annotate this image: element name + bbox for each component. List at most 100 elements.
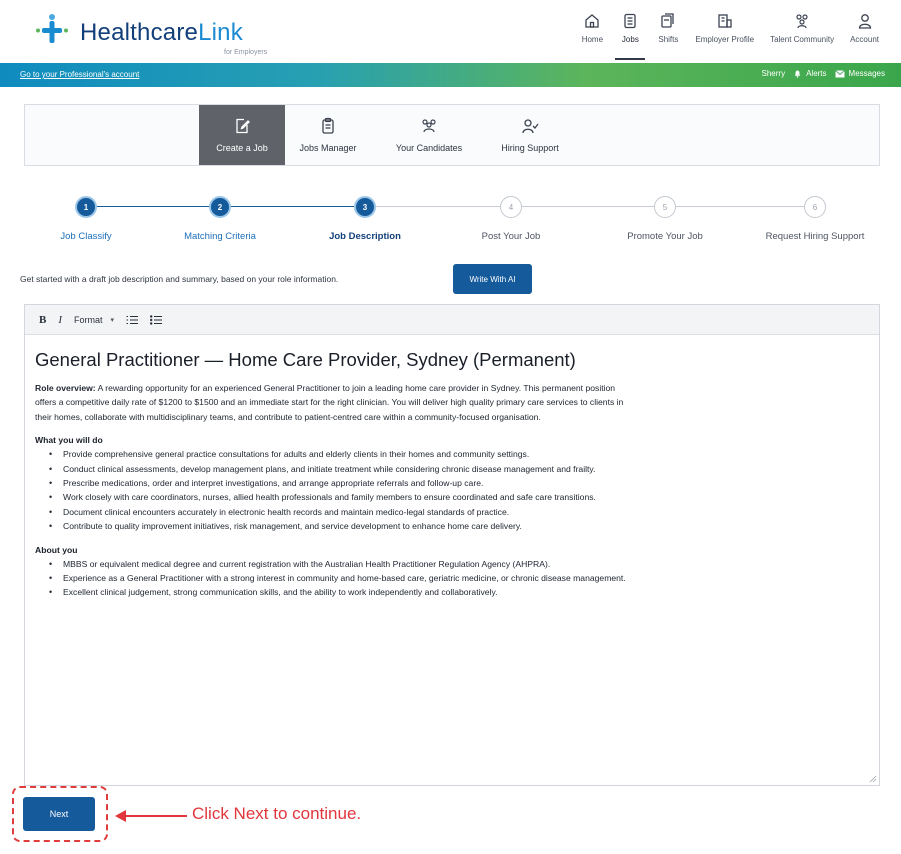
- step-5-label: Promote Your Job: [627, 231, 703, 242]
- alerts-label: Alerts: [806, 69, 827, 78]
- next-button[interactable]: Next: [23, 797, 95, 831]
- alerts-link[interactable]: Alerts: [793, 69, 827, 78]
- step-1-number: 1: [75, 196, 97, 218]
- step-2-number: 2: [209, 196, 231, 218]
- list-item: Work closely with care coordinators, nur…: [49, 490, 689, 505]
- role-overview-label: Role overview:: [35, 383, 96, 393]
- italic-button[interactable]: I: [58, 314, 62, 326]
- job-subnav: Create a Job Jobs Manager Your Candidate…: [24, 104, 880, 166]
- bold-button[interactable]: B: [39, 314, 46, 326]
- nav-shifts-label: Shifts: [658, 35, 679, 44]
- chevron-down-icon: ▾: [110, 316, 115, 324]
- healthcarelink-logo-icon: [36, 14, 68, 43]
- bell-icon: [794, 70, 801, 78]
- envelope-icon: [834, 69, 845, 77]
- user-name[interactable]: Sherry: [762, 69, 786, 78]
- step-1[interactable]: 1 Job Classify: [16, 196, 156, 242]
- nav-talent-community[interactable]: Talent Community: [762, 12, 842, 60]
- candidates-icon: [422, 119, 436, 133]
- top-header: HealthcareLink for Employers Home Jobs S…: [0, 0, 901, 62]
- list-item: Provide comprehensive general practice c…: [49, 447, 689, 462]
- subnav-hiring-support[interactable]: Hiring Support: [487, 105, 573, 165]
- progress-stepper: 1 Job Classify 2 Matching Criteria 3 Job…: [24, 188, 880, 248]
- create-job-icon: [236, 118, 250, 134]
- nav-home[interactable]: Home: [573, 12, 611, 60]
- list-item: Conduct clinical assessments, develop ma…: [49, 462, 689, 477]
- account-bar: Go to your Professional's account Sherry…: [0, 63, 901, 87]
- resize-handle-icon[interactable]: [869, 775, 877, 783]
- step-5-number: 5: [654, 196, 676, 218]
- jobs-icon: [624, 13, 637, 29]
- instruction-callout: Click Next to continue.: [192, 804, 362, 823]
- list-item: Excellent clinical judgement, strong com…: [49, 585, 769, 600]
- brand-name: HealthcareLink: [80, 19, 243, 46]
- numbered-list-icon[interactable]: [126, 315, 139, 325]
- shifts-icon: [661, 13, 675, 28]
- write-with-ai-button[interactable]: Write With AI: [453, 264, 532, 294]
- list-item: Prescribe medications, order and interpr…: [49, 476, 749, 491]
- list-item: Document clinical encounters accurately …: [49, 505, 689, 520]
- ai-draft-row: Get started with a draft job description…: [20, 264, 890, 294]
- format-dropdown[interactable]: Format ▾: [74, 315, 114, 325]
- nav-talent-community-label: Talent Community: [770, 35, 835, 44]
- arrow-left-icon: [115, 810, 187, 822]
- nav-account-label: Account: [850, 35, 879, 44]
- professional-account-link[interactable]: Go to your Professional's account: [20, 70, 139, 79]
- role-overview: Role overview: A rewarding opportunity f…: [35, 381, 635, 424]
- what-you-will-do-heading: What you will do: [35, 435, 103, 446]
- nav-jobs[interactable]: Jobs: [611, 12, 649, 60]
- step-2-label: Matching Criteria: [184, 231, 256, 242]
- brand-subtitle: for Employers: [224, 49, 268, 56]
- step-4-label: Post Your Job: [481, 231, 541, 242]
- step-4[interactable]: 4 Post Your Job: [441, 196, 581, 242]
- clipboard-icon: [322, 117, 334, 134]
- nav-employer-profile-label: Employer Profile: [695, 35, 755, 44]
- ai-draft-prompt: Get started with a draft job description…: [20, 274, 339, 284]
- home-icon: [585, 14, 600, 28]
- bullet-list-icon[interactable]: [150, 314, 163, 325]
- nav-home-label: Home: [581, 35, 604, 44]
- hiring-support-icon: [522, 119, 539, 134]
- subnav-create-job-label: Create a Job: [216, 143, 268, 153]
- community-icon: [796, 14, 808, 29]
- job-subnav-items: Create a Job Jobs Manager Your Candidate…: [199, 105, 573, 165]
- job-title-heading: General Practitioner — Home Care Provide…: [35, 349, 576, 370]
- nav-employer-profile[interactable]: Employer Profile: [687, 12, 762, 60]
- subnav-your-candidates[interactable]: Your Candidates: [371, 105, 487, 165]
- logo[interactable]: HealthcareLink for Employers: [34, 12, 267, 56]
- job-description-editor[interactable]: B I Format ▾ General Practitioner — Home…: [24, 304, 880, 786]
- step-3-number: 3: [354, 196, 376, 218]
- step-6-label: Request Hiring Support: [765, 231, 865, 242]
- step-4-number: 4: [500, 196, 522, 218]
- step-1-label: Job Classify: [60, 231, 112, 242]
- step-2[interactable]: 2 Matching Criteria: [150, 196, 290, 242]
- account-bar-right: Sherry Alerts Messages: [762, 69, 885, 78]
- role-overview-text: A rewarding opportunity for an experienc…: [35, 383, 624, 422]
- building-icon: [718, 14, 732, 28]
- subnav-hiring-support-label: Hiring Support: [501, 143, 559, 153]
- subnav-jobs-manager-label: Jobs Manager: [299, 143, 357, 153]
- subnav-your-candidates-label: Your Candidates: [395, 143, 463, 153]
- editor-toolbar: B I Format ▾: [25, 305, 879, 335]
- subnav-create-job[interactable]: Create a Job: [199, 105, 285, 165]
- format-dropdown-label: Format: [74, 314, 103, 325]
- top-nav: Home Jobs Shifts Employer Profile Talent…: [573, 12, 887, 60]
- next-button-highlight: Next: [12, 786, 108, 842]
- editor-content[interactable]: General Practitioner — Home Care Provide…: [35, 349, 865, 600]
- list-item: Experience as a General Practitioner wit…: [49, 571, 689, 586]
- nav-shifts[interactable]: Shifts: [649, 12, 687, 60]
- about-you-heading: About you: [35, 544, 78, 555]
- step-6-number: 6: [804, 196, 826, 218]
- about-you-list: MBBS or equivalent medical degree and cu…: [35, 557, 865, 601]
- step-6[interactable]: 6 Request Hiring Support: [745, 196, 885, 242]
- list-item: MBBS or equivalent medical degree and cu…: [49, 557, 689, 572]
- step-3[interactable]: 3 Job Description: [295, 196, 435, 242]
- what-you-will-do-list: Provide comprehensive general practice c…: [35, 447, 865, 534]
- nav-account[interactable]: Account: [842, 12, 887, 60]
- step-3-label: Job Description: [329, 231, 401, 242]
- step-5[interactable]: 5 Promote Your Job: [595, 196, 735, 242]
- messages-label: Messages: [848, 69, 885, 78]
- subnav-jobs-manager[interactable]: Jobs Manager: [285, 105, 371, 165]
- messages-link[interactable]: Messages: [834, 69, 885, 78]
- user-icon: [858, 14, 871, 29]
